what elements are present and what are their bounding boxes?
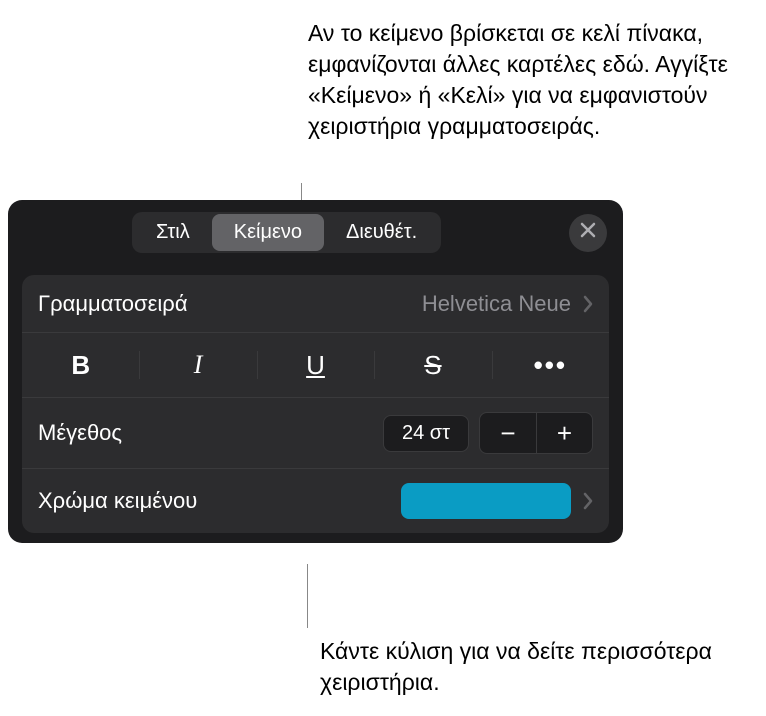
text-color-label: Χρώμα κειμένου xyxy=(38,488,197,514)
more-styles-button[interactable]: ••• xyxy=(492,343,609,387)
font-label: Γραμματοσειρά xyxy=(38,291,188,317)
italic-icon: I xyxy=(194,350,203,380)
size-controls: 24 στ − + xyxy=(383,412,593,454)
chevron-right-icon xyxy=(583,295,593,313)
size-label: Μέγεθος xyxy=(38,420,122,446)
more-icon: ••• xyxy=(534,350,567,381)
size-decrease-button[interactable]: − xyxy=(480,413,536,453)
italic-button[interactable]: I xyxy=(139,343,256,387)
tab-style[interactable]: Στιλ xyxy=(134,214,212,251)
font-row[interactable]: Γραμματοσειρά Helvetica Neue xyxy=(22,275,609,333)
segmented-control: Στιλ Κείμενο Διευθέτ. xyxy=(132,212,441,253)
bold-button[interactable]: B xyxy=(22,343,139,387)
size-row: Μέγεθος 24 στ − + xyxy=(22,398,609,469)
callout-scroll: Κάντε κύλιση για να δείτε περισσότερα χε… xyxy=(320,636,740,698)
text-color-swatch[interactable] xyxy=(401,483,571,519)
bold-icon: B xyxy=(71,350,90,381)
close-button[interactable] xyxy=(569,214,607,252)
strike-icon: S xyxy=(424,350,441,381)
tab-text[interactable]: Κείμενο xyxy=(212,214,324,251)
underline-icon: U xyxy=(306,350,325,381)
format-panel: Στιλ Κείμενο Διευθέτ. Γραμματοσειρά Helv… xyxy=(8,200,623,543)
size-increase-button[interactable]: + xyxy=(536,413,592,453)
chevron-right-icon xyxy=(583,492,593,510)
callout-leader-bottom xyxy=(307,564,308,628)
strike-button[interactable]: S xyxy=(374,343,491,387)
tab-arrange[interactable]: Διευθέτ. xyxy=(324,214,439,251)
underline-button[interactable]: U xyxy=(257,343,374,387)
text-style-row: B I U S ••• xyxy=(22,333,609,398)
size-field[interactable]: 24 στ xyxy=(383,415,469,452)
tab-bar: Στιλ Κείμενο Διευθέτ. xyxy=(8,200,623,261)
close-icon xyxy=(580,222,596,243)
text-color-row[interactable]: Χρώμα κειμένου xyxy=(22,469,609,533)
font-value: Helvetica Neue xyxy=(422,291,571,317)
size-stepper: − + xyxy=(479,412,593,454)
text-settings-card: Γραμματοσειρά Helvetica Neue B I U S •••… xyxy=(22,275,609,533)
callout-tabs: Αν το κείμενο βρίσκεται σε κελί πίνακα, … xyxy=(308,18,748,142)
